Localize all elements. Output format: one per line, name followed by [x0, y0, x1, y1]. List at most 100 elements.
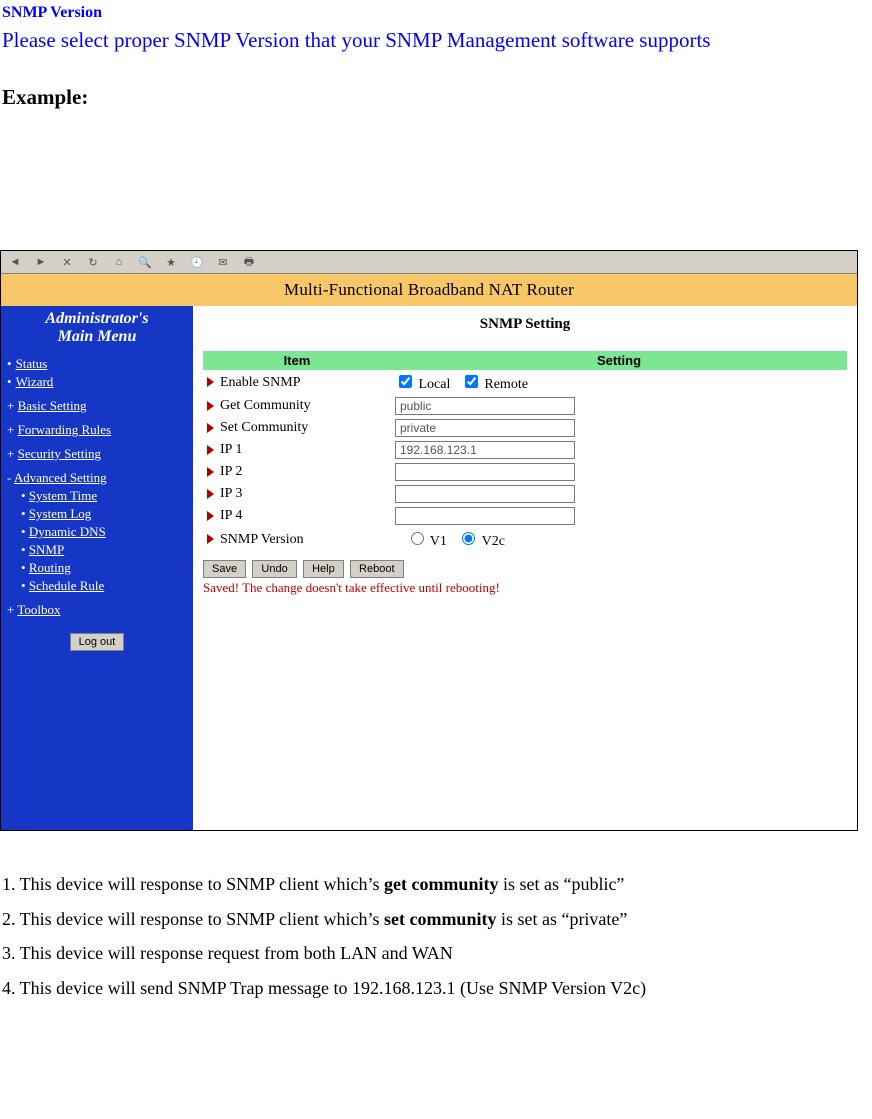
v2c-label: V2c [482, 534, 505, 549]
sidebar: Administrator's Main Menu Status Wizard … [1, 306, 193, 830]
back-icon[interactable]: ◄ [5, 252, 25, 272]
print-icon[interactable]: 🖶 [239, 252, 259, 272]
button-row: Save Undo Help Reboot [203, 560, 847, 578]
ip1-input[interactable] [395, 441, 575, 459]
note-post: is set as “public” [498, 874, 624, 894]
row-ip4: IP 4 [203, 505, 847, 527]
link[interactable]: Security Setting [18, 446, 101, 461]
row-ip2: IP 2 [203, 461, 847, 483]
link[interactable]: Forwarding Rules [18, 422, 112, 437]
col-setting: Setting [391, 351, 847, 370]
forward-icon[interactable]: ► [31, 252, 51, 272]
link[interactable]: Routing [29, 560, 71, 575]
favorites-icon[interactable]: ★ [161, 252, 181, 272]
row-set-community: Set Community [203, 417, 847, 439]
link[interactable]: Schedule Rule [29, 578, 104, 593]
note-pre: 3. This device will response request fro… [2, 943, 453, 963]
sidebar-item-wizard[interactable]: Wizard [1, 373, 193, 391]
save-warning: Saved! The change doesn't take effective… [203, 580, 847, 596]
link[interactable]: System Time [29, 488, 97, 503]
sidebar-item-system-log[interactable]: System Log [1, 505, 193, 523]
sidebar-item-forwarding-rules[interactable]: Forwarding Rules [1, 421, 193, 439]
doc-description: Please select proper SNMP Version that y… [2, 28, 870, 53]
undo-button[interactable]: Undo [252, 560, 296, 578]
help-button[interactable]: Help [303, 560, 344, 578]
sidebar-item-security-setting[interactable]: Security Setting [1, 445, 193, 463]
router-title-band: Multi-Functional Broadband NAT Router [1, 274, 857, 306]
page-title: SNMP Setting [203, 316, 847, 333]
ip2-input[interactable] [395, 463, 575, 481]
local-checkbox[interactable] [399, 375, 412, 388]
reboot-button[interactable]: Reboot [350, 560, 403, 578]
sidebar-title-line1: Administrator's [45, 310, 148, 327]
ip4-input[interactable] [395, 507, 575, 525]
content-area: SNMP Setting Item Setting Enable SNMP Lo… [193, 306, 857, 830]
sidebar-title-line2: Main Menu [58, 328, 137, 345]
row-get-community: Get Community [203, 395, 847, 417]
mail-icon[interactable]: ✉ [213, 252, 233, 272]
history-icon[interactable]: 🕘 [187, 252, 207, 272]
col-item: Item [203, 351, 391, 370]
sidebar-item-snmp[interactable]: SNMP [1, 541, 193, 559]
label: IP 1 [203, 439, 391, 461]
row-snmp-version: SNMP Version V1 V2c [203, 527, 847, 552]
label: IP 3 [203, 483, 391, 505]
label: SNMP Version [203, 527, 391, 552]
link[interactable]: Dynamic DNS [29, 524, 106, 539]
note-bold: get community [384, 874, 498, 894]
stop-icon[interactable]: ✕ [57, 252, 77, 272]
sidebar-item-dynamic-dns[interactable]: Dynamic DNS [1, 523, 193, 541]
link[interactable]: Advanced Setting [14, 470, 107, 485]
snmp-table: Item Setting Enable SNMP Local Remote Ge… [203, 351, 847, 552]
sidebar-title: Administrator's Main Menu [1, 310, 193, 347]
v2c-radio[interactable] [462, 532, 475, 545]
sidebar-item-basic-setting[interactable]: Basic Setting [1, 397, 193, 415]
link[interactable]: Wizard [16, 374, 54, 389]
link[interactable]: System Log [29, 506, 91, 521]
note-4: 4. This device will send SNMP Trap messa… [2, 973, 870, 1004]
notes-list: 1. This device will response to SNMP cli… [2, 869, 870, 1003]
refresh-icon[interactable]: ↻ [83, 252, 103, 272]
remote-checkbox[interactable] [465, 375, 478, 388]
save-button[interactable]: Save [203, 560, 246, 578]
link[interactable]: Toolbox [17, 602, 60, 617]
sidebar-item-advanced-setting[interactable]: Advanced Setting [1, 469, 193, 487]
label: IP 4 [203, 505, 391, 527]
sidebar-item-routing[interactable]: Routing [1, 559, 193, 577]
get-community-input[interactable] [395, 397, 575, 415]
sidebar-item-toolbox[interactable]: Toolbox [1, 601, 193, 619]
row-ip1: IP 1 [203, 439, 847, 461]
label: Set Community [203, 417, 391, 439]
note-pre: 1. This device will response to SNMP cli… [2, 874, 384, 894]
local-label: Local [419, 377, 451, 392]
link[interactable]: SNMP [29, 542, 64, 557]
label: IP 2 [203, 461, 391, 483]
v1-label: V1 [430, 534, 447, 549]
label: Get Community [203, 395, 391, 417]
note-1: 1. This device will response to SNMP cli… [2, 869, 870, 900]
sidebar-item-status[interactable]: Status [1, 355, 193, 373]
note-pre: 2. This device will response to SNMP cli… [2, 909, 384, 929]
browser-toolbar: ◄ ► ✕ ↻ ⌂ 🔍 ★ 🕘 ✉ 🖶 [1, 251, 857, 274]
label: Enable SNMP [203, 370, 391, 395]
row-ip3: IP 3 [203, 483, 847, 505]
logout-button[interactable]: Log out [70, 633, 125, 651]
sidebar-menu: Status Wizard Basic Setting Forwarding R… [1, 355, 193, 619]
v1-radio[interactable] [411, 532, 424, 545]
search-icon[interactable]: 🔍 [135, 252, 155, 272]
doc-heading: SNMP Version [2, 4, 870, 22]
embedded-screenshot: ◄ ► ✕ ↻ ⌂ 🔍 ★ 🕘 ✉ 🖶 Multi-Functional Bro… [0, 250, 858, 831]
note-pre: 4. This device will send SNMP Trap messa… [2, 978, 646, 998]
example-label: Example: [2, 85, 870, 110]
home-icon[interactable]: ⌂ [109, 252, 129, 272]
ip3-input[interactable] [395, 485, 575, 503]
note-post: is set as “private” [496, 909, 627, 929]
set-community-input[interactable] [395, 419, 575, 437]
note-3: 3. This device will response request fro… [2, 938, 870, 969]
sidebar-item-schedule-rule[interactable]: Schedule Rule [1, 577, 193, 595]
row-enable-snmp: Enable SNMP Local Remote [203, 370, 847, 395]
remote-label: Remote [484, 377, 528, 392]
link[interactable]: Basic Setting [18, 398, 87, 413]
link[interactable]: Status [16, 356, 48, 371]
sidebar-item-system-time[interactable]: System Time [1, 487, 193, 505]
